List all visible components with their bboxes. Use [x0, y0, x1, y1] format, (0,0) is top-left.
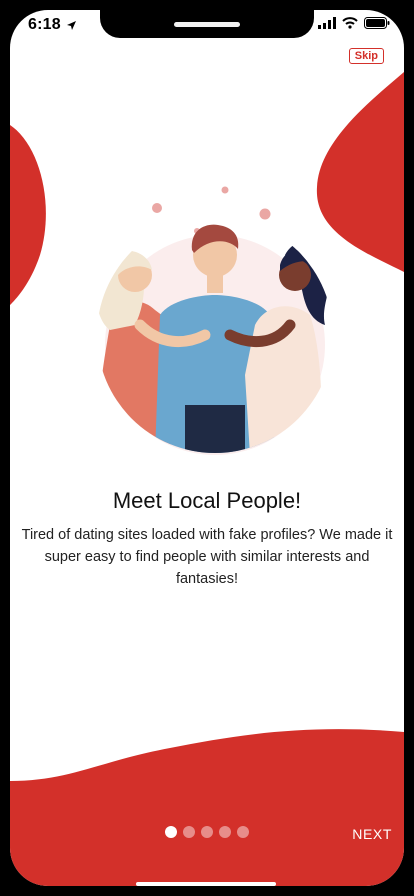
status-time: 6:18: [28, 16, 61, 33]
bottom-red-wave: [10, 729, 404, 886]
signal-icon: [318, 16, 336, 34]
onboarding-title: Meet Local People!: [112, 488, 302, 513]
page-dot-3[interactable]: [201, 826, 213, 838]
people-hug-illustration: [97, 186, 332, 455]
wifi-icon: [342, 16, 358, 34]
skip-button[interactable]: Skip: [348, 48, 384, 64]
pagination-dots: [165, 826, 249, 838]
status-icons: [318, 16, 390, 34]
page-dot-5[interactable]: [237, 826, 249, 838]
left-red-blob: [10, 125, 46, 305]
page-dot-4[interactable]: [219, 826, 231, 838]
notch: [100, 10, 314, 38]
next-button[interactable]: NEXT: [352, 826, 392, 842]
location-arrow-icon: [66, 18, 77, 36]
page-dot-2[interactable]: [183, 826, 195, 838]
home-indicator[interactable]: [136, 882, 276, 886]
battery-icon: [364, 16, 390, 34]
page-dot-1[interactable]: [165, 826, 177, 838]
phone-frame: 6:18 Skip Meet Local People! Tired of da…: [0, 0, 414, 896]
speaker-bar: [174, 22, 240, 27]
onboarding-description: Tired of dating sites loaded with fake p…: [21, 527, 393, 587]
screen: 6:18 Skip Meet Local People! Tired of da…: [10, 10, 404, 886]
